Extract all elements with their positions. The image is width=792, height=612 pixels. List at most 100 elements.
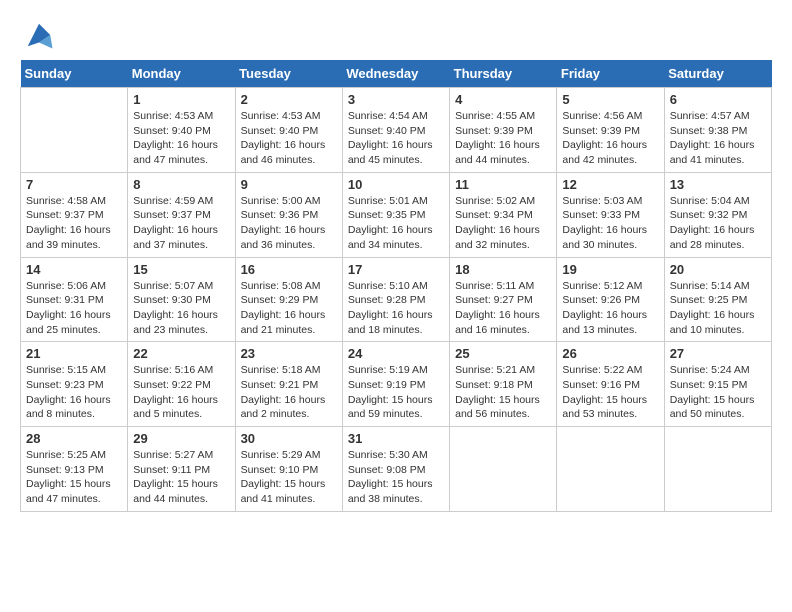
day-number: 13: [670, 177, 766, 192]
day-number: 28: [26, 431, 122, 446]
calendar-cell: [21, 88, 128, 173]
day-info: Sunrise: 5:21 AMSunset: 9:18 PMDaylight:…: [455, 363, 551, 422]
calendar-cell: 25 Sunrise: 5:21 AMSunset: 9:18 PMDayligh…: [450, 342, 557, 427]
day-info: Sunrise: 5:25 AMSunset: 9:13 PMDaylight:…: [26, 448, 122, 507]
day-number: 10: [348, 177, 444, 192]
day-info: Sunrise: 5:27 AMSunset: 9:11 PMDaylight:…: [133, 448, 229, 507]
calendar-cell: 19 Sunrise: 5:12 AMSunset: 9:26 PMDayligh…: [557, 257, 664, 342]
day-info: Sunrise: 4:54 AMSunset: 9:40 PMDaylight:…: [348, 109, 444, 168]
weekday-header-thursday: Thursday: [450, 60, 557, 88]
calendar-cell: 16 Sunrise: 5:08 AMSunset: 9:29 PMDayligh…: [235, 257, 342, 342]
weekday-header-monday: Monday: [128, 60, 235, 88]
day-number: 21: [26, 346, 122, 361]
day-number: 27: [670, 346, 766, 361]
calendar-cell: 1 Sunrise: 4:53 AMSunset: 9:40 PMDaylight…: [128, 88, 235, 173]
day-number: 1: [133, 92, 229, 107]
day-info: Sunrise: 5:24 AMSunset: 9:15 PMDaylight:…: [670, 363, 766, 422]
calendar-cell: 9 Sunrise: 5:00 AMSunset: 9:36 PMDaylight…: [235, 172, 342, 257]
calendar-week-row: 21 Sunrise: 5:15 AMSunset: 9:23 PMDayligh…: [21, 342, 772, 427]
logo: [20, 20, 54, 50]
calendar-cell: 30Sunrise: 5:29 AMSunset: 9:10 PMDayligh…: [235, 427, 342, 512]
calendar-table: SundayMondayTuesdayWednesdayThursdayFrid…: [20, 60, 772, 512]
day-info: Sunrise: 5:22 AMSunset: 9:16 PMDaylight:…: [562, 363, 658, 422]
calendar-cell: 12Sunrise: 5:03 AMSunset: 9:33 PMDayligh…: [557, 172, 664, 257]
day-info: Sunrise: 5:04 AMSunset: 9:32 PMDaylight:…: [670, 194, 766, 253]
day-info: Sunrise: 5:14 AMSunset: 9:25 PMDaylight:…: [670, 279, 766, 338]
calendar-cell: 7 Sunrise: 4:58 AMSunset: 9:37 PMDaylight…: [21, 172, 128, 257]
calendar-cell: 29Sunrise: 5:27 AMSunset: 9:11 PMDayligh…: [128, 427, 235, 512]
calendar-cell: 15 Sunrise: 5:07 AMSunset: 9:30 PMDayligh…: [128, 257, 235, 342]
calendar-week-row: 28 Sunrise: 5:25 AMSunset: 9:13 PMDayligh…: [21, 427, 772, 512]
calendar-cell: 3 Sunrise: 4:54 AMSunset: 9:40 PMDaylight…: [342, 88, 449, 173]
day-info: Sunrise: 5:11 AMSunset: 9:27 PMDaylight:…: [455, 279, 551, 338]
calendar-cell: 18 Sunrise: 5:11 AMSunset: 9:27 PMDayligh…: [450, 257, 557, 342]
calendar-cell: 8Sunrise: 4:59 AMSunset: 9:37 PMDaylight…: [128, 172, 235, 257]
day-number: 4: [455, 92, 551, 107]
calendar-cell: 20 Sunrise: 5:14 AMSunset: 9:25 PMDayligh…: [664, 257, 771, 342]
day-number: 20: [670, 262, 766, 277]
day-number: 7: [26, 177, 122, 192]
day-info: Sunrise: 5:19 AMSunset: 9:19 PMDaylight:…: [348, 363, 444, 422]
calendar-header-row: SundayMondayTuesdayWednesdayThursdayFrid…: [21, 60, 772, 88]
day-info: Sunrise: 5:30 AMSunset: 9:08 PMDaylight:…: [348, 448, 444, 507]
day-info: Sunrise: 4:56 AMSunset: 9:39 PMDaylight:…: [562, 109, 658, 168]
weekday-header-tuesday: Tuesday: [235, 60, 342, 88]
day-info: Sunrise: 5:15 AMSunset: 9:23 PMDaylight:…: [26, 363, 122, 422]
weekday-header-saturday: Saturday: [664, 60, 771, 88]
calendar-cell: [557, 427, 664, 512]
day-number: 25: [455, 346, 551, 361]
weekday-header-wednesday: Wednesday: [342, 60, 449, 88]
day-info: Sunrise: 5:18 AMSunset: 9:21 PMDaylight:…: [241, 363, 337, 422]
day-number: 6: [670, 92, 766, 107]
weekday-header-friday: Friday: [557, 60, 664, 88]
calendar-week-row: 1 Sunrise: 4:53 AMSunset: 9:40 PMDaylight…: [21, 88, 772, 173]
day-number: 11: [455, 177, 551, 192]
day-number: 3: [348, 92, 444, 107]
day-number: 16: [241, 262, 337, 277]
calendar-cell: [664, 427, 771, 512]
page-header: [20, 20, 772, 50]
day-number: 15: [133, 262, 229, 277]
day-info: Sunrise: 5:07 AMSunset: 9:30 PMDaylight:…: [133, 279, 229, 338]
day-number: 9: [241, 177, 337, 192]
calendar-cell: 11 Sunrise: 5:02 AMSunset: 9:34 PMDayligh…: [450, 172, 557, 257]
day-number: 23: [241, 346, 337, 361]
calendar-cell: 6Sunrise: 4:57 AMSunset: 9:38 PMDaylight…: [664, 88, 771, 173]
calendar-week-row: 14 Sunrise: 5:06 AMSunset: 9:31 PMDayligh…: [21, 257, 772, 342]
day-number: 18: [455, 262, 551, 277]
calendar-cell: 4Sunrise: 4:55 AMSunset: 9:39 PMDaylight…: [450, 88, 557, 173]
calendar-cell: 10 Sunrise: 5:01 AMSunset: 9:35 PMDayligh…: [342, 172, 449, 257]
day-number: 17: [348, 262, 444, 277]
day-info: Sunrise: 4:59 AMSunset: 9:37 PMDaylight:…: [133, 194, 229, 253]
calendar-cell: 26 Sunrise: 5:22 AMSunset: 9:16 PMDayligh…: [557, 342, 664, 427]
calendar-cell: 14 Sunrise: 5:06 AMSunset: 9:31 PMDayligh…: [21, 257, 128, 342]
day-number: 19: [562, 262, 658, 277]
day-info: Sunrise: 5:16 AMSunset: 9:22 PMDaylight:…: [133, 363, 229, 422]
day-info: Sunrise: 5:10 AMSunset: 9:28 PMDaylight:…: [348, 279, 444, 338]
day-info: Sunrise: 5:01 AMSunset: 9:35 PMDaylight:…: [348, 194, 444, 253]
calendar-cell: 23 Sunrise: 5:18 AMSunset: 9:21 PMDayligh…: [235, 342, 342, 427]
day-info: Sunrise: 4:58 AMSunset: 9:37 PMDaylight:…: [26, 194, 122, 253]
day-number: 26: [562, 346, 658, 361]
day-number: 14: [26, 262, 122, 277]
calendar-cell: 27 Sunrise: 5:24 AMSunset: 9:15 PMDayligh…: [664, 342, 771, 427]
calendar-cell: 2Sunrise: 4:53 AMSunset: 9:40 PMDaylight…: [235, 88, 342, 173]
calendar-cell: 17 Sunrise: 5:10 AMSunset: 9:28 PMDayligh…: [342, 257, 449, 342]
day-info: Sunrise: 5:06 AMSunset: 9:31 PMDaylight:…: [26, 279, 122, 338]
day-info: Sunrise: 4:53 AMSunset: 9:40 PMDaylight:…: [133, 109, 229, 168]
day-info: Sunrise: 5:12 AMSunset: 9:26 PMDaylight:…: [562, 279, 658, 338]
calendar-cell: 28 Sunrise: 5:25 AMSunset: 9:13 PMDayligh…: [21, 427, 128, 512]
logo-icon: [24, 20, 54, 50]
calendar-cell: 24 Sunrise: 5:19 AMSunset: 9:19 PMDayligh…: [342, 342, 449, 427]
day-number: 22: [133, 346, 229, 361]
day-number: 31: [348, 431, 444, 446]
day-info: Sunrise: 5:00 AMSunset: 9:36 PMDaylight:…: [241, 194, 337, 253]
day-info: Sunrise: 5:02 AMSunset: 9:34 PMDaylight:…: [455, 194, 551, 253]
day-number: 24: [348, 346, 444, 361]
day-number: 30: [241, 431, 337, 446]
calendar-cell: 5Sunrise: 4:56 AMSunset: 9:39 PMDaylight…: [557, 88, 664, 173]
calendar-cell: 21 Sunrise: 5:15 AMSunset: 9:23 PMDayligh…: [21, 342, 128, 427]
day-info: Sunrise: 5:08 AMSunset: 9:29 PMDaylight:…: [241, 279, 337, 338]
calendar-cell: 22 Sunrise: 5:16 AMSunset: 9:22 PMDayligh…: [128, 342, 235, 427]
weekday-header-sunday: Sunday: [21, 60, 128, 88]
